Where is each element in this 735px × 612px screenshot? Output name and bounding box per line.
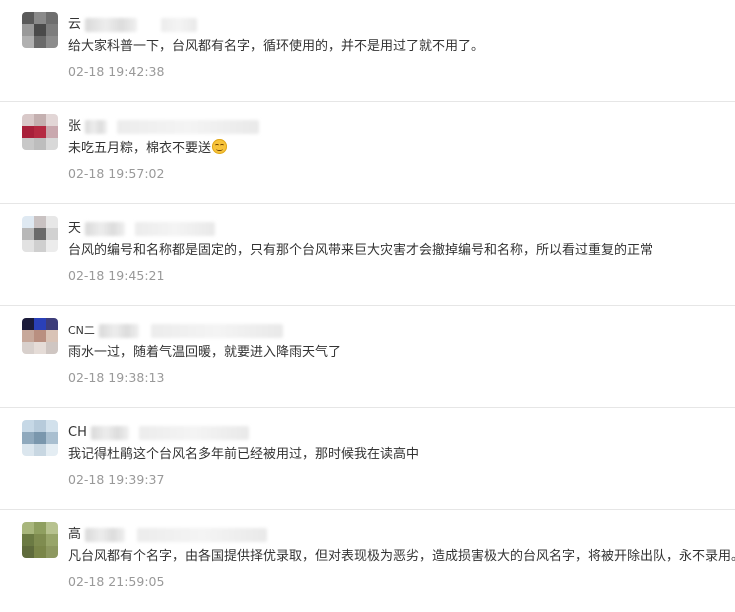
blurred-name [85,120,108,134]
comment-item: CN二 雨水一过，随着气温回暖，就要进入降雨天气了 02-18 19:38:13 [0,306,735,408]
comment-timestamp: 02-18 21:59:05 [68,574,165,589]
blurred-name-extra [135,222,216,236]
blurred-name [98,324,139,338]
blurred-name-extra [161,18,198,32]
comment-item: 张 未吃五月粽，棉衣不要送 02-18 19:57:02 [0,102,735,204]
avatar[interactable] [22,522,58,558]
blurred-name [85,528,126,542]
smile-emoji-icon [212,139,228,154]
avatar[interactable] [22,216,58,252]
avatar[interactable] [22,318,58,354]
comment-text: 我记得杜鹃这个台风名多年前已经被用过，那时候我在读高中 [68,447,420,462]
comment-timestamp: 02-18 19:45:21 [68,268,165,283]
comment-author[interactable]: 张 [68,118,260,136]
blurred-name [85,18,138,32]
comment-list: 云 给大家科普一下，台风都有名字，循环使用的，并不是用过了就不用了。 02-18… [0,0,735,612]
author-name[interactable]: 高 [68,526,81,544]
author-name[interactable]: 张 [68,118,81,136]
comment-author[interactable]: 天 [68,220,216,238]
comment-item: CH 我记得杜鹃这个台风名多年前已经被用过，那时候我在读高中 02-18 19:… [0,408,735,510]
author-name[interactable]: CH [68,424,87,442]
author-name[interactable]: CN二 [68,322,95,340]
avatar[interactable] [22,12,58,48]
blurred-name-extra [150,324,283,338]
author-name[interactable]: 天 [68,220,81,238]
comment-text: 给大家科普一下，台风都有名字，循环使用的，并不是用过了就不用了。 [68,39,485,54]
comment-timestamp: 02-18 19:39:37 [68,472,165,487]
comment-author[interactable]: CN二 [68,322,283,340]
comment-timestamp: 02-18 19:57:02 [68,166,165,181]
comment-text: 凡台风都有个名字，由各国提供择优录取，但对表现极为恶劣，造成损害极大的台风名字，… [68,549,735,564]
blurred-name-extra [138,426,249,440]
comment-text-body: 未吃五月粽，棉衣不要送 [68,141,212,156]
comment-timestamp: 02-18 19:42:38 [68,64,165,79]
avatar[interactable] [22,114,58,150]
comment-item: 高 凡台风都有个名字，由各国提供择优录取，但对表现极为恶劣，造成损害极大的台风名… [0,510,735,612]
comment-author[interactable]: 云 [68,16,198,34]
comment-item: 云 给大家科普一下，台风都有名字，循环使用的，并不是用过了就不用了。 02-18… [0,0,735,102]
author-name[interactable]: 云 [68,16,81,34]
comment-author[interactable]: 高 [68,526,268,544]
blurred-name [85,222,126,236]
comment-author[interactable]: CH [68,424,249,442]
comment-item: 天 台风的编号和名称都是固定的，只有那个台风带来巨大灾害才会撤掉编号和名称，所以… [0,204,735,306]
blurred-name-extra [137,528,268,542]
comment-text: 雨水一过，随着气温回暖，就要进入降雨天气了 [68,345,342,360]
blurred-name [90,426,129,440]
comment-text: 台风的编号和名称都是固定的，只有那个台风带来巨大灾害才会撤掉编号和名称，所以看过… [68,243,654,258]
comment-text: 未吃五月粽，棉衣不要送 [68,139,228,159]
comment-timestamp: 02-18 19:38:13 [68,370,165,385]
blurred-name-extra [117,120,260,134]
avatar[interactable] [22,420,58,456]
